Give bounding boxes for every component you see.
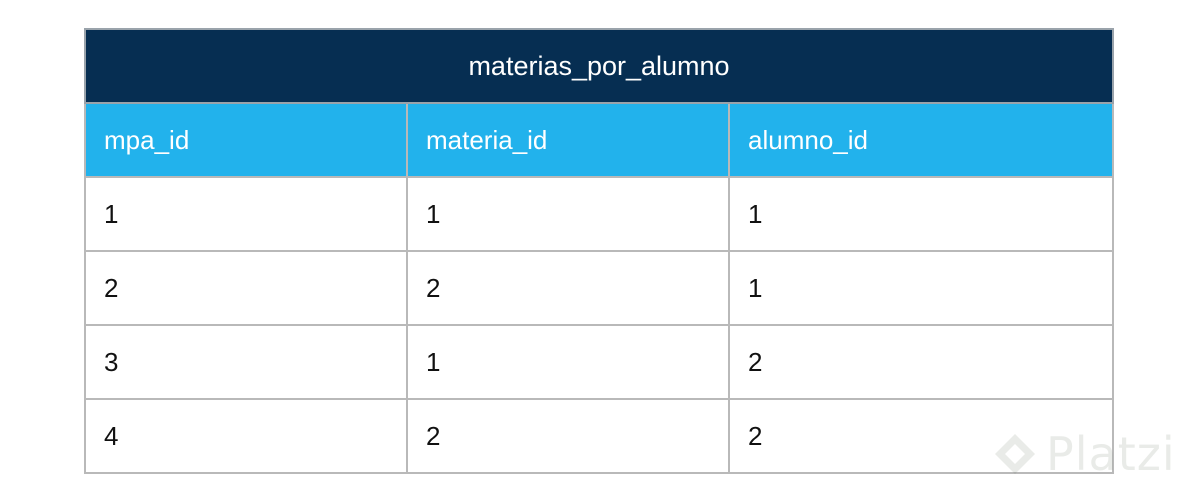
- platzi-watermark: Platzi: [992, 414, 1204, 494]
- watermark-text: Platzi: [1046, 427, 1176, 481]
- table-cell-mpa-id: 4: [84, 398, 408, 474]
- column-header-materia-id: materia_id: [406, 102, 730, 178]
- table-cell-alumno-id: 1: [727, 176, 1115, 252]
- table-title-row: materias_por_alumno: [83, 28, 1115, 104]
- table-cell-materia-id: 2: [406, 398, 730, 474]
- table-cell-mpa-id: 1: [84, 176, 408, 252]
- materias-por-alumno-table: materias_por_alumno mpa_id materia_id al…: [83, 28, 1115, 474]
- table-cell-materia-id: 1: [406, 176, 730, 252]
- table-header-row: mpa_id materia_id alumno_id: [84, 102, 1115, 178]
- table-cell-materia-id: 2: [406, 250, 730, 326]
- table-row: 3 1 2: [84, 324, 1115, 400]
- table-row: 1 1 1: [84, 176, 1115, 252]
- table-row: 4 2 2: [84, 398, 1115, 474]
- platzi-logo-icon: [995, 434, 1035, 474]
- table-cell-mpa-id: 3: [84, 324, 408, 400]
- table-cell-alumno-id: 2: [727, 324, 1115, 400]
- data-table-container: materias_por_alumno mpa_id materia_id al…: [83, 28, 1115, 474]
- table-cell-materia-id: 1: [406, 324, 730, 400]
- column-header-alumno-id: alumno_id: [727, 102, 1115, 178]
- table-cell-mpa-id: 2: [84, 250, 408, 326]
- table-row: 2 2 1: [84, 250, 1115, 326]
- table-title: materias_por_alumno: [83, 28, 1115, 104]
- table-cell-alumno-id: 1: [727, 250, 1115, 326]
- column-header-mpa-id: mpa_id: [84, 102, 408, 178]
